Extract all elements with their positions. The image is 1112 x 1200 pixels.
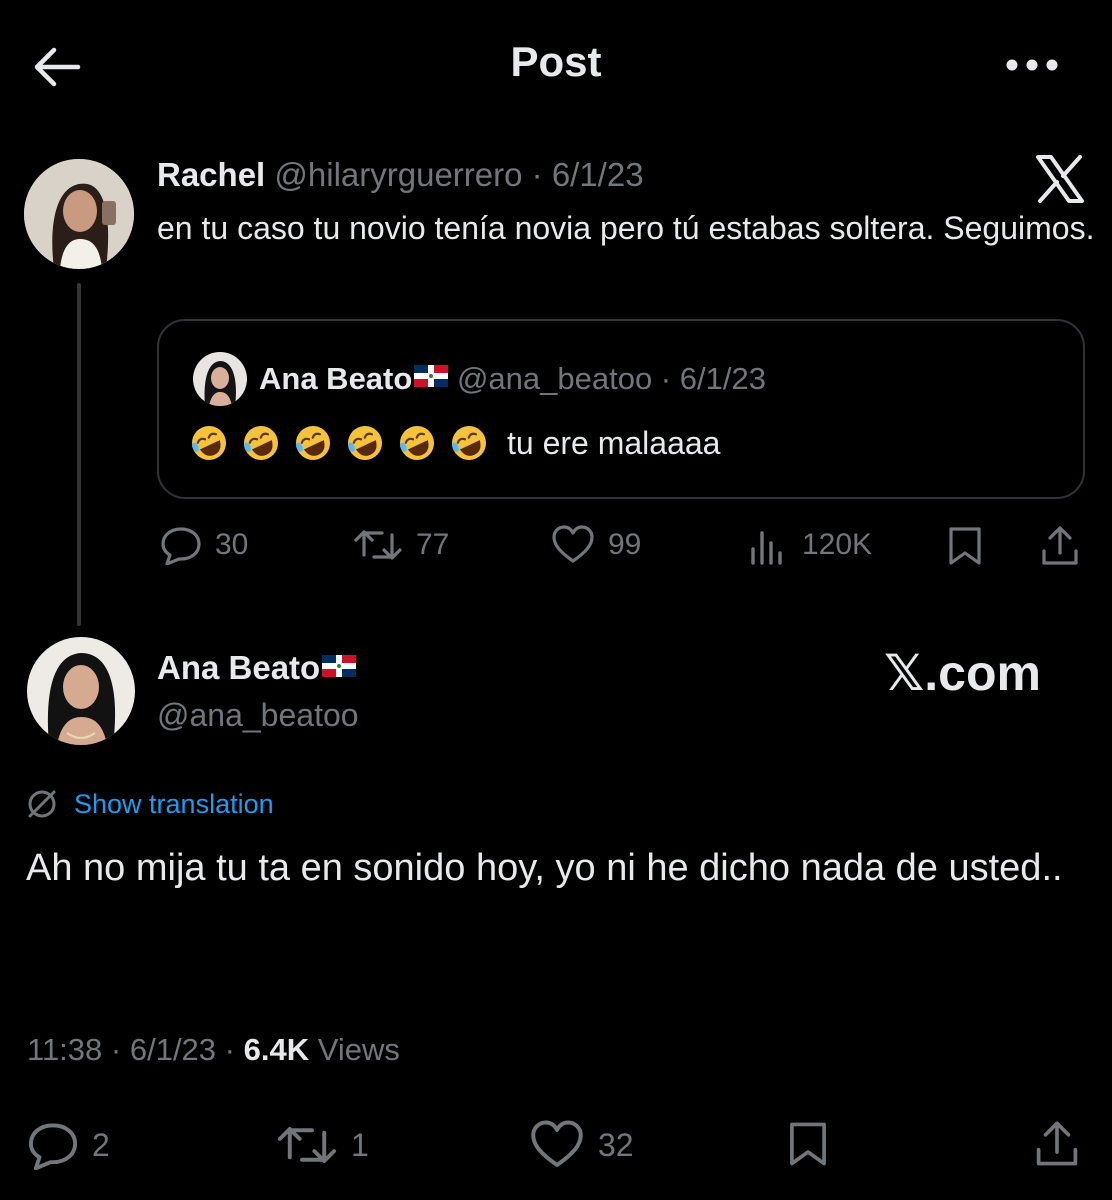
rolling-laughing-emoji [192,426,226,460]
bookmark-button[interactable] [945,525,985,567]
reply-count: 2 [92,1126,110,1163]
bookmark-icon [949,527,981,565]
like-icon [552,525,594,563]
more-icon [1006,59,1058,71]
x-logo-icon [1036,155,1084,203]
views-icon [751,531,782,565]
separator: · [216,1032,244,1067]
separator: · [652,361,680,396]
views-label: Views [309,1032,400,1067]
repost-count: 77 [416,528,450,561]
repost-button[interactable]: 1 [275,1120,369,1170]
separator: · [102,1032,130,1067]
author-handle[interactable]: @hilaryrguerrero [274,156,522,193]
rolling-laughing-emoji [400,426,434,460]
like-count: 32 [598,1126,634,1163]
bookmark-button[interactable] [785,1118,831,1170]
page-title: Post [510,38,602,85]
reply-button[interactable]: 2 [26,1120,110,1170]
quote-text-row: tu ere malaaaa [189,423,720,463]
tweet-date[interactable]: 6/1/23 [552,156,644,193]
quote-author-handle: @ana_beatoo [456,361,653,396]
avatar-ana-small-image [193,352,247,406]
views-count: 6.4K [243,1032,310,1067]
views-count: 120K [802,528,873,561]
show-translation-label: Show translation [74,788,274,819]
rolling-laughing-emoji [244,426,278,460]
quoted-tweet-card[interactable]: Ana Beato @ana_beatoo · 6/1/23 tu ere ma… [157,319,1085,499]
quote-author-name: Ana Beato [259,361,413,396]
avatar[interactable] [24,159,134,269]
show-translation-button[interactable]: Show translation [26,788,274,820]
x-com-watermark: 𝕏.com [884,645,1041,701]
tweet-time: 11:38 [27,1032,103,1067]
main-author-handle[interactable]: @ana_beatoo [157,697,359,734]
rolling-laughing-emoji [296,426,330,460]
share-icon [1036,1121,1078,1166]
translate-icon [28,790,56,818]
views-button[interactable]: 120K [748,525,872,565]
avatar-rachel-image [24,159,134,269]
main-tweet-text: Ah no mija tu ta en sonido hoy, yo ni he… [26,847,1063,889]
share-button[interactable] [1034,1118,1080,1170]
reply-button[interactable]: 30 [159,525,248,565]
like-button[interactable]: 99 [550,525,641,565]
x-logo [1034,155,1086,203]
tweet-text: en tu caso tu novio tenía novia pero tú … [157,210,1095,246]
repost-icon [354,530,402,560]
author-name[interactable]: Rachel [157,156,265,193]
avatar [193,352,247,406]
avatar-ana-image [27,637,135,745]
more-options-button[interactable] [1000,48,1064,82]
quote-date: 6/1/23 [679,361,766,396]
reply-icon [161,527,201,565]
like-button[interactable]: 32 [528,1120,634,1170]
tweet-meta: 11:38 · 6/1/23 · 6.4K Views [27,1032,400,1068]
repost-button[interactable]: 77 [352,525,449,565]
tweet-header: Rachel @hilaryrguerrero · 6/1/23 [157,156,644,194]
flag-dominican-republic-icon [322,655,357,677]
quote-text: tu ere malaaaa [507,424,721,461]
rolling-laughing-emoji [348,426,382,460]
thread-line [77,283,81,626]
repost-count: 1 [351,1126,369,1163]
rolling-laughing-emoji [452,426,486,460]
tweet-date: 6/1/23 [129,1032,217,1067]
like-count: 99 [608,528,642,561]
main-author-name-row[interactable]: Ana Beato [157,649,357,687]
flag-dominican-republic-icon [414,365,449,387]
main-author-name: Ana Beato [157,649,321,686]
avatar[interactable] [27,637,135,745]
share-icon [1042,526,1078,565]
separator: · [522,156,552,193]
repost-icon [277,1127,337,1163]
reply-count: 30 [215,528,249,561]
like-icon [531,1120,583,1167]
bookmark-icon [790,1122,826,1166]
quote-header: Ana Beato @ana_beatoo · 6/1/23 [259,361,766,397]
share-button[interactable] [1040,525,1080,567]
reply-icon [28,1123,78,1170]
